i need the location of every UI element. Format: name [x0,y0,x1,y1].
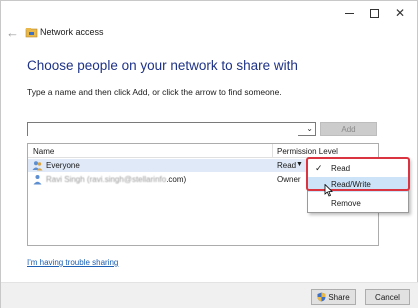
email-suffix: .com) [166,175,187,184]
column-name[interactable]: Name [33,147,54,156]
minimize-icon[interactable] [335,1,363,25]
trouble-sharing-link[interactable]: I'm having trouble sharing [27,258,118,267]
maximize-icon[interactable] [360,1,388,25]
network-folder-icon [25,28,38,38]
menu-item-remove[interactable]: Remove [308,196,408,211]
network-access-window: ✕ ← Network access Choose people on your… [0,0,418,308]
checkmark-icon: ✓ [315,163,323,173]
user-icon [33,175,42,185]
dialog-footer: Share Cancel [1,282,418,308]
chevron-down-icon[interactable]: ⌄ [306,124,313,133]
window-title: Network access [40,27,104,37]
users-icon [32,161,43,171]
redacted-email: (ravi.singh@stellarinfo [86,175,167,184]
instruction-text: Type a name and then click Add, or click… [27,87,282,97]
row-name: Ravi Singh (ravi.singh@stellarinfo.com) [46,175,186,184]
column-permission-level[interactable]: Permission Level [277,147,338,156]
row-name: Everyone [46,161,80,170]
cancel-button[interactable]: Cancel [365,289,410,305]
permission-menu: ✓ Read Read/Write Remove [307,158,409,213]
column-divider [272,144,273,158]
menu-item-label: Read [331,164,351,173]
menu-item-label: Remove [331,199,361,208]
back-arrow-icon[interactable]: ← [6,26,20,40]
redacted-name: Ravi Singh [46,175,85,184]
close-icon[interactable]: ✕ [386,1,414,25]
menu-item-read[interactable]: ✓ Read [308,161,408,176]
share-label: Share [328,292,350,302]
share-button[interactable]: Share [311,289,356,305]
menu-item-label: Read/Write [331,180,371,189]
shield-icon [317,292,326,302]
name-combobox[interactable]: ⌄ [27,122,316,140]
mouse-cursor-icon [324,184,333,197]
row-permission: Owner [277,175,301,184]
permission-dropdown-arrow-icon[interactable]: ▼ [296,161,303,168]
page-heading: Choose people on your network to share w… [27,58,298,73]
name-input[interactable] [28,127,298,140]
row-permission[interactable]: Read [277,161,296,170]
list-header: Name Permission Level [28,144,378,158]
title-bar: ✕ [1,1,418,25]
menu-item-read-write[interactable]: Read/Write [308,177,408,192]
add-button[interactable]: Add [320,122,377,136]
